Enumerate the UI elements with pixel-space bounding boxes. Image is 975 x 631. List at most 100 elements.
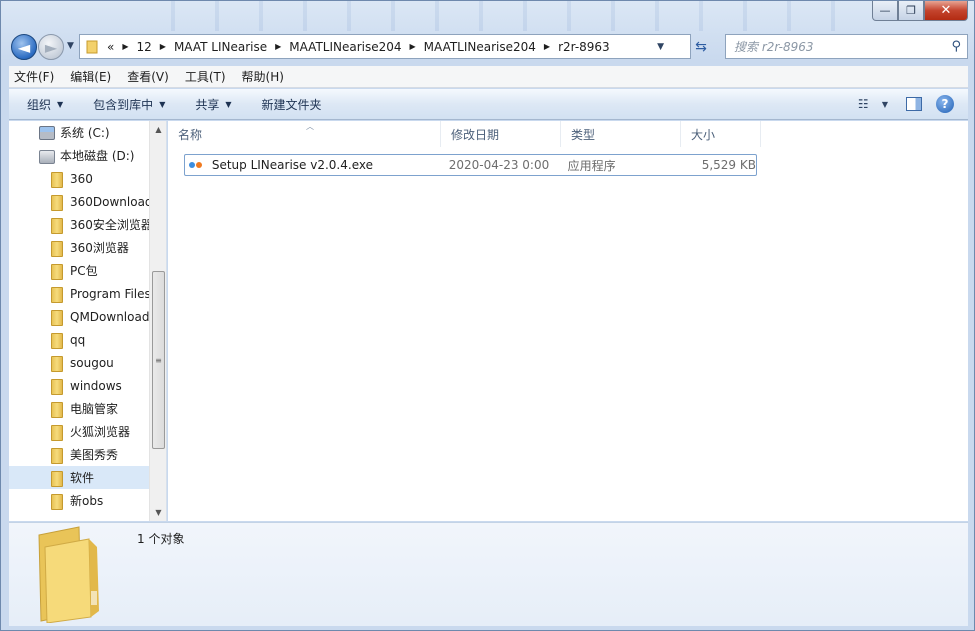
tree-item-label: 360安全浏览器 — [70, 218, 150, 232]
recent-pages-dropdown-icon[interactable]: ▼ — [67, 41, 74, 51]
tree-item-folder-selected[interactable]: 软件 — [9, 466, 150, 489]
breadcrumb-item[interactable]: 12 — [137, 40, 152, 54]
view-options-icon[interactable]: ☷ — [858, 97, 874, 111]
column-headers: 名称 修改日期 类型 大小 — [168, 121, 768, 147]
tree-item-folder[interactable]: QMDownload — [9, 305, 150, 328]
file-type: 应用程序 — [567, 158, 616, 173]
new-folder-button[interactable]: 新建文件夹 — [262, 96, 322, 113]
tree-item-label: 美图秀秀 — [70, 448, 119, 462]
tree-item-folder[interactable]: 美图秀秀 — [9, 443, 150, 466]
column-header-modified[interactable]: 修改日期 — [441, 121, 561, 147]
search-input[interactable]: 搜索 r2r-8963 ⚲ — [725, 34, 968, 59]
tree-item-local-disk[interactable]: 本地磁盘 (D:) — [9, 144, 150, 167]
folder-icon — [49, 194, 65, 211]
menu-edit[interactable]: 编辑(E) — [70, 68, 111, 85]
tree-item-folder[interactable]: 电脑管家 — [9, 397, 150, 420]
system-drive-icon — [39, 125, 55, 140]
search-icon[interactable]: ⚲ — [951, 39, 961, 54]
help-icon[interactable]: ? — [936, 95, 954, 113]
address-history-dropdown-icon[interactable]: ▼ — [657, 42, 664, 52]
tree-item-label: 360 — [70, 171, 93, 186]
navigation-bar: ◄ ► ▼ « ▶ 12 ▶ MAAT LINearise ▶ MAATLINe… — [9, 31, 968, 61]
menu-help[interactable]: 帮助(H) — [242, 68, 284, 85]
item-count: 1 个对象 — [137, 532, 185, 546]
folder-icon — [49, 470, 65, 487]
explorer-window: — ❐ ✕ ◄ ► ▼ « ▶ 12 ▶ MAAT LINearise ▶ MA… — [0, 0, 975, 631]
share-label: 共享 — [195, 97, 220, 112]
column-header-name[interactable]: 名称 — [168, 121, 441, 147]
tree-item-folder[interactable]: PC包 — [9, 259, 150, 282]
folder-icon — [49, 171, 65, 188]
column-header-type[interactable]: 类型 — [561, 121, 681, 147]
refresh-icon[interactable]: ⇆ — [690, 35, 712, 58]
tree-item-folder[interactable]: 360安全浏览器 — [9, 213, 150, 236]
tree-item-folder[interactable]: 新obs — [9, 489, 150, 512]
file-name: Setup LINearise v2.0.4.exe — [211, 158, 373, 172]
scroll-down-icon[interactable]: ▼ — [150, 504, 166, 521]
tree-item-system-drive[interactable]: 系统 (C:) — [9, 121, 150, 144]
folder-icon — [49, 447, 65, 464]
back-button[interactable]: ◄ — [11, 34, 37, 60]
tree-item-folder[interactable]: qq — [9, 328, 150, 351]
share-button[interactable]: 共享 ▼ — [195, 96, 231, 113]
chevron-down-icon: ▼ — [225, 99, 232, 109]
close-button[interactable]: ✕ — [924, 1, 968, 21]
breadcrumb-item[interactable]: MAATLINearise204 — [289, 40, 401, 54]
navigation-scrollbar[interactable]: ▲ ≡ ▼ — [149, 121, 166, 521]
folder-icon — [49, 424, 65, 441]
folder-icon — [49, 240, 65, 257]
menu-tools[interactable]: 工具(T) — [185, 68, 226, 85]
forward-button[interactable]: ► — [38, 34, 64, 60]
scroll-up-icon[interactable]: ▲ — [150, 121, 166, 138]
breadcrumb-item[interactable]: MAAT LINearise — [174, 40, 267, 54]
tree-item-folder[interactable]: 360 — [9, 167, 150, 190]
folder-tree: 系统 (C:) 本地磁盘 (D:) 360 360Downloads 360安全… — [9, 121, 150, 512]
toolbar-right: ☷ ▼ ? — [858, 95, 954, 113]
file-list: ︿ 名称 修改日期 类型 大小 Setup LINearise v2.0.4.e… — [168, 121, 968, 521]
file-row[interactable]: Setup LINearise v2.0.4.exe 2020-04-23 0:… — [184, 154, 757, 176]
column-header-size[interactable]: 大小 — [681, 121, 761, 147]
folder-icon — [49, 309, 65, 326]
breadcrumb-separator-icon[interactable]: ▶ — [122, 42, 128, 51]
search-placeholder: 搜索 r2r-8963 — [734, 40, 814, 54]
details-pane: 1 个对象 — [9, 522, 968, 626]
tree-item-label: 火狐浏览器 — [70, 425, 131, 439]
tree-item-folder[interactable]: Program Files — [9, 282, 150, 305]
breadcrumb-overflow[interactable]: « — [107, 40, 114, 54]
folder-icon — [49, 217, 65, 234]
hard-drive-icon — [39, 150, 55, 164]
folder-icon — [38, 526, 99, 623]
address-bar[interactable]: « ▶ 12 ▶ MAAT LINearise ▶ MAATLINearise2… — [79, 34, 707, 59]
breadcrumb-item-current[interactable]: r2r-8963 — [558, 40, 610, 54]
breadcrumb-separator-icon[interactable]: ▶ — [410, 42, 416, 51]
folder-icon — [49, 263, 65, 280]
minimize-button[interactable]: — — [872, 1, 898, 21]
tree-item-folder[interactable]: 火狐浏览器 — [9, 420, 150, 443]
breadcrumb-separator-icon[interactable]: ▶ — [275, 42, 281, 51]
tree-item-folder[interactable]: 360浏览器 — [9, 236, 150, 259]
menu-bar: 文件(F) 编辑(E) 查看(V) 工具(T) 帮助(H) — [9, 66, 968, 88]
preview-pane-icon[interactable] — [906, 97, 922, 111]
tree-item-label: PC包 — [70, 264, 98, 278]
application-icon — [189, 160, 207, 170]
include-in-library-button[interactable]: 包含到库中 ▼ — [93, 96, 165, 113]
scrollbar-thumb[interactable]: ≡ — [152, 271, 165, 449]
tree-item-folder[interactable]: sougou — [9, 351, 150, 374]
caption-buttons: — ❐ ✕ — [872, 1, 968, 21]
breadcrumb-separator-icon[interactable]: ▶ — [544, 42, 550, 51]
organize-button[interactable]: 组织 ▼ — [27, 96, 63, 113]
chevron-down-icon: ▼ — [159, 99, 166, 109]
tree-item-folder[interactable]: 360Downloads — [9, 190, 150, 213]
tree-item-label: 本地磁盘 (D:) — [60, 149, 135, 163]
breadcrumb-item[interactable]: MAATLINearise204 — [424, 40, 536, 54]
menu-file[interactable]: 文件(F) — [14, 68, 54, 85]
tree-item-folder[interactable]: windows — [9, 374, 150, 397]
folder-icon — [49, 378, 65, 395]
tree-item-label: 软件 — [70, 471, 95, 485]
tree-item-label: 360Downloads — [70, 194, 150, 209]
menu-view[interactable]: 查看(V) — [127, 68, 169, 85]
tree-item-label: Program Files — [70, 286, 150, 301]
maximize-button[interactable]: ❐ — [898, 1, 924, 21]
view-dropdown-icon[interactable]: ▼ — [882, 100, 888, 109]
breadcrumb-separator-icon[interactable]: ▶ — [160, 42, 166, 51]
